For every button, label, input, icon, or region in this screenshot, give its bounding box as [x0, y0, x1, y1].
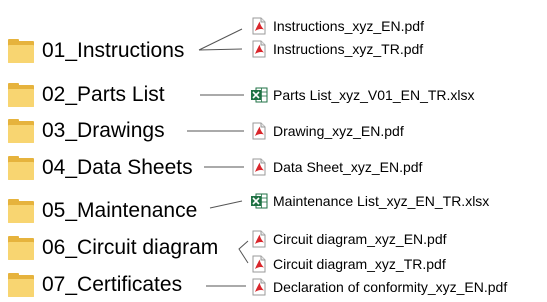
folder-label: 05_Maintenance	[42, 199, 198, 222]
connector-line-circuit-diagram	[238, 240, 249, 264]
file-declaration-of-conformity[interactable]: Declaration of conformity_xyz_EN.pdf	[250, 277, 507, 297]
file-instructions-tr[interactable]: Instructions_xyz_TR.pdf	[250, 39, 423, 59]
file-data-sheet[interactable]: Data Sheet_xyz_EN.pdf	[250, 157, 422, 177]
file-name: Declaration of conformity_xyz_EN.pdf	[273, 279, 508, 295]
file-circuit-diagram-en[interactable]: Circuit diagram_xyz_EN.pdf	[250, 229, 447, 249]
folder-label: 06_Circuit diagram	[42, 236, 219, 259]
file-instructions-en[interactable]: Instructions_xyz_EN.pdf	[250, 16, 424, 36]
pdf-icon	[250, 17, 268, 35]
folder-label: 02_Parts List	[42, 83, 165, 106]
file-name: Maintenance List_xyz_EN_TR.xlsx	[273, 193, 490, 209]
folder-drawings[interactable]: 03_Drawings	[8, 116, 165, 146]
folder-icon	[8, 83, 34, 107]
pdf-icon	[250, 255, 268, 273]
folder-icon	[8, 156, 34, 180]
folder-label: 01_Instructions	[42, 39, 185, 62]
folder-label: 03_Drawings	[42, 119, 165, 142]
file-parts-list[interactable]: Parts List_xyz_V01_EN_TR.xlsx	[250, 85, 475, 105]
folder-icon	[8, 273, 34, 297]
pdf-icon	[250, 278, 268, 296]
file-name: Circuit diagram_xyz_TR.pdf	[273, 256, 446, 272]
file-name: Data Sheet_xyz_EN.pdf	[273, 159, 423, 175]
folder-instructions[interactable]: 01_Instructions	[8, 36, 184, 66]
folder-label: 07_Certificates	[42, 273, 183, 296]
excel-icon	[250, 192, 268, 210]
file-drawing[interactable]: Drawing_xyz_EN.pdf	[250, 121, 404, 141]
folder-certificates[interactable]: 07_Certificates	[8, 270, 182, 300]
excel-icon	[250, 86, 268, 104]
connector-line-maintenance	[209, 200, 243, 209]
pdf-icon	[250, 40, 268, 58]
file-name: Instructions_xyz_TR.pdf	[273, 41, 424, 57]
folder-icon	[8, 199, 34, 223]
folder-icon	[8, 236, 34, 260]
folder-label: 04_Data Sheets	[42, 156, 193, 179]
file-maintenance-list[interactable]: Maintenance List_xyz_EN_TR.xlsx	[250, 191, 489, 211]
folder-parts-list[interactable]: 02_Parts List	[8, 80, 165, 110]
file-name: Instructions_xyz_EN.pdf	[273, 18, 424, 34]
file-name: Drawing_xyz_EN.pdf	[273, 123, 404, 139]
file-name: Parts List_xyz_V01_EN_TR.xlsx	[273, 87, 475, 103]
folder-data-sheets[interactable]: 04_Data Sheets	[8, 153, 193, 183]
folder-maintenance[interactable]: 05_Maintenance	[8, 196, 197, 226]
pdf-icon	[250, 122, 268, 140]
folder-circuit-diagram[interactable]: 06_Circuit diagram	[8, 233, 218, 263]
file-name: Circuit diagram_xyz_EN.pdf	[273, 231, 447, 247]
folder-icon	[8, 119, 34, 143]
pdf-icon	[250, 158, 268, 176]
pdf-icon	[250, 230, 268, 248]
folder-icon	[8, 39, 34, 63]
connector-line-instructions	[198, 28, 243, 51]
file-circuit-diagram-tr[interactable]: Circuit diagram_xyz_TR.pdf	[250, 254, 446, 274]
